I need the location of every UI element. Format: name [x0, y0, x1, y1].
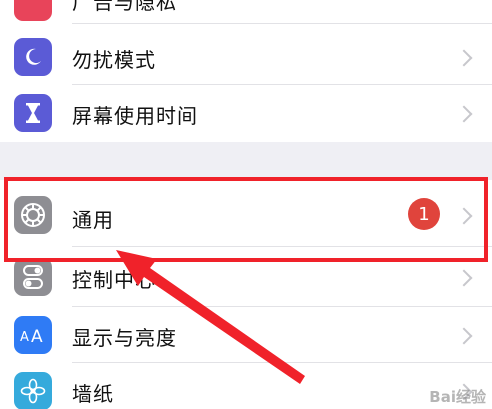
svg-text:A: A	[20, 330, 29, 345]
settings-row-label: 勿扰模式	[72, 48, 156, 72]
hourglass-icon	[14, 94, 52, 132]
settings-row-wallpaper[interactable]: 墙纸	[0, 363, 492, 409]
settings-row-label: 显示与亮度	[72, 326, 177, 350]
settings-row-label: 控制中心	[72, 268, 156, 292]
flower-icon	[14, 372, 52, 409]
settings-row-label: 墙纸	[72, 382, 114, 406]
notification-badge: 1	[408, 198, 440, 230]
settings-row-do-not-disturb[interactable]: 勿扰模式	[0, 30, 492, 85]
settings-row-screen-time[interactable]: 屏幕使用时间	[0, 85, 492, 142]
svg-text:A: A	[31, 327, 43, 346]
chevron-right-icon	[455, 269, 473, 287]
chevron-right-icon	[455, 207, 473, 225]
settings-row-label: 通用	[72, 208, 114, 232]
watermark-logo: Bai经验	[429, 388, 486, 406]
section-gap	[0, 142, 492, 180]
settings-row-label: 广告与隐私	[72, 0, 177, 14]
chevron-right-icon	[455, 327, 473, 345]
gear-icon	[14, 196, 52, 234]
text-size-icon: A A	[14, 316, 52, 354]
toggle-switches-icon	[14, 258, 52, 296]
settings-screen: 广告与隐私 勿扰模式 屏幕使用时间 通用 1 控制中心 A A 显示与亮度 墙纸…	[0, 0, 492, 409]
settings-row-partial[interactable]: 广告与隐私	[0, 0, 492, 24]
chevron-right-icon	[455, 105, 473, 123]
settings-row-label: 屏幕使用时间	[72, 104, 198, 128]
chevron-right-icon	[455, 49, 473, 67]
settings-row-display-brightness[interactable]: A A 显示与亮度	[0, 307, 492, 363]
hand-icon	[14, 0, 52, 21]
settings-row-control-center[interactable]: 控制中心	[0, 247, 492, 307]
moon-icon	[14, 38, 52, 76]
row-separator	[72, 23, 492, 24]
settings-row-general[interactable]: 通用 1	[0, 180, 492, 247]
